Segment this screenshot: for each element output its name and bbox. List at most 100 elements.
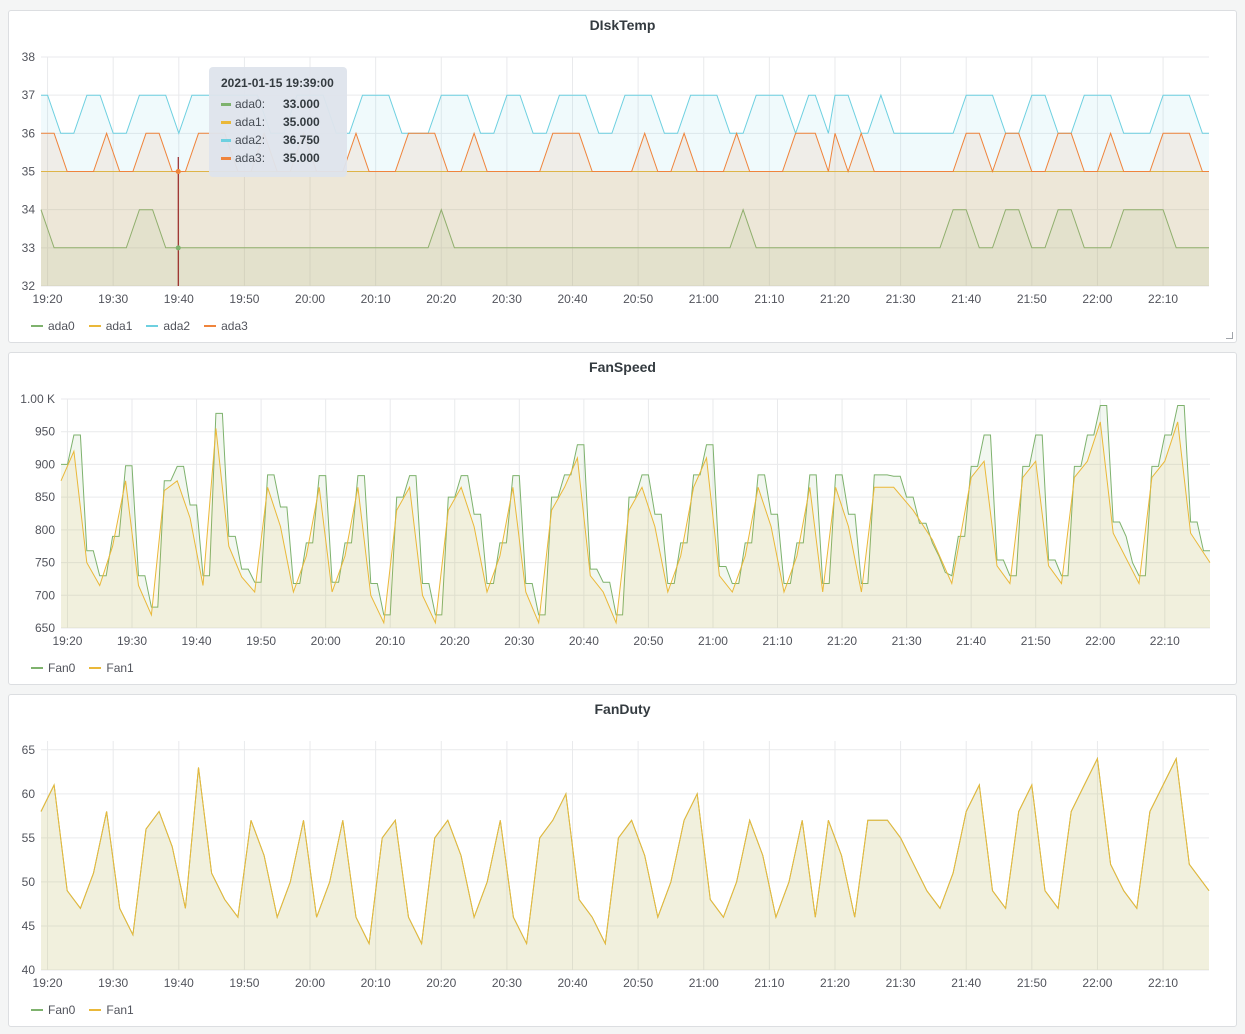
- hover-point: [175, 169, 181, 174]
- x-tick-label: 21:10: [754, 976, 784, 990]
- fanduty-chart[interactable]: 40 45 50 55 60 65 19:20 19:30 19:40 19:50 20:00 20:…: [9, 695, 1236, 1026]
- x-tick-label: 19:30: [98, 292, 128, 306]
- legend-item-ada2[interactable]: ada2: [146, 319, 190, 333]
- y-tick-label: 650: [35, 621, 55, 635]
- legend-swatch: [204, 325, 217, 327]
- x-tick-label: 21:40: [951, 292, 981, 306]
- x-tick-label: 20:00: [295, 292, 325, 306]
- x-tick-label: 22:10: [1148, 292, 1178, 306]
- x-tick-label: 21:20: [820, 292, 850, 306]
- x-tick-label: 19:50: [246, 634, 276, 648]
- x-tick-label: 20:10: [361, 292, 391, 306]
- tooltip-series-value: 35.000: [283, 151, 320, 165]
- y-tick-label: 55: [22, 831, 36, 845]
- legend-item-fan1[interactable]: Fan1: [89, 661, 134, 675]
- x-tick-label: 20:20: [426, 976, 456, 990]
- legend-item-fan0[interactable]: Fan0: [31, 1003, 75, 1017]
- x-tick-label: 20:40: [557, 292, 587, 306]
- y-tick-label: 33: [22, 241, 36, 255]
- x-tick-label: 21:30: [886, 292, 916, 306]
- x-tick-label: 19:30: [117, 634, 147, 648]
- fanspeed-panel: FanSpeed 650 700 750 800 850 900 950 1.00 K 19:2…: [8, 352, 1237, 685]
- x-tick-label: 20:40: [569, 634, 599, 648]
- tooltip-swatch: [221, 138, 231, 142]
- y-tick-label: 65: [22, 743, 36, 757]
- x-tick-label: 21:40: [956, 634, 986, 648]
- x-tick-label: 19:20: [33, 976, 63, 990]
- y-tick-label: 700: [35, 588, 55, 602]
- x-tick-label: 21:20: [827, 634, 857, 648]
- x-tick-label: 22:00: [1085, 634, 1115, 648]
- x-tick-label: 20:30: [492, 976, 522, 990]
- tooltip-series-value: 33.000: [283, 97, 320, 111]
- x-tick-label: 21:50: [1021, 634, 1051, 648]
- x-tick-label: 21:30: [892, 634, 922, 648]
- legend-swatch: [31, 1009, 43, 1011]
- disktemp-chart[interactable]: 32 33 34 35 36 37 38 19:20 19:30 19:40 19:50 20:00 2…: [9, 11, 1236, 342]
- legend-item-ada1[interactable]: ada1: [88, 319, 133, 333]
- y-tick-label: 60: [22, 787, 36, 801]
- y-tick-label: 900: [35, 457, 55, 471]
- legend-item-fan1[interactable]: Fan1: [89, 1003, 134, 1017]
- legend-label: Fan0: [48, 661, 76, 675]
- x-tick-label: 21:00: [698, 634, 728, 648]
- legend-swatch: [89, 667, 102, 669]
- tooltip-row: ada0: 33.000: [221, 95, 335, 113]
- y-tick-label: 34: [22, 203, 36, 217]
- tooltip-row: ada1: 35.000: [221, 113, 335, 131]
- y-tick-label: 40: [22, 963, 36, 977]
- x-tick-label: 20:20: [440, 634, 470, 648]
- x-tick-label: 21:00: [689, 976, 719, 990]
- y-tick-label: 850: [35, 490, 55, 504]
- y-tick-label: 32: [22, 279, 36, 293]
- resize-handle[interactable]: [1226, 332, 1233, 339]
- tooltip-swatch: [221, 120, 231, 124]
- tooltip-series-name: ada2:: [235, 133, 266, 147]
- tooltip-series-name: ada3:: [235, 151, 266, 165]
- x-tick-label: 19:20: [33, 292, 63, 306]
- disktemp-panel: DIskTemp 32 33 34 35 36 37 38 19:20 19:30 19:40 19…: [8, 10, 1237, 343]
- y-tick-label: 37: [22, 88, 36, 102]
- y-tick-label: 800: [35, 523, 55, 537]
- y-tick-label: 36: [22, 126, 36, 140]
- hover-point: [175, 245, 181, 251]
- legend-label: ada0: [48, 319, 75, 333]
- x-tick-label: 20:00: [311, 634, 341, 648]
- legend: Fan0 Fan1: [31, 1003, 134, 1017]
- y-tick-label: 45: [22, 919, 36, 933]
- y-tick-label: 35: [22, 165, 36, 179]
- legend-swatch: [31, 325, 43, 327]
- x-tick-label: 20:00: [295, 976, 325, 990]
- legend-label: Fan1: [106, 1003, 134, 1017]
- x-tick-label: 20:20: [426, 292, 456, 306]
- legend-label: ada1: [105, 319, 133, 333]
- legend-swatch: [89, 1009, 102, 1011]
- x-tick-label: 21:10: [754, 292, 784, 306]
- tooltip-swatch: [221, 156, 231, 160]
- x-tick-label: 20:30: [492, 292, 522, 306]
- fanduty-panel: FanDuty 40 45 50 55 60 65 19:20 19:30 19:40 19:50…: [8, 694, 1237, 1027]
- x-tick-label: 19:50: [229, 976, 259, 990]
- series-area-fan1: [41, 758, 1209, 970]
- x-tick-label: 20:10: [375, 634, 405, 648]
- legend-item-fan0[interactable]: Fan0: [31, 661, 75, 675]
- legend-label: ada3: [221, 319, 248, 333]
- y-tick-label: 1.00 K: [20, 392, 55, 406]
- x-tick-label: 19:40: [164, 976, 194, 990]
- x-tick-label: 19:50: [229, 292, 259, 306]
- legend-label: Fan0: [48, 1003, 76, 1017]
- tooltip-row: ada3: 35.000: [221, 149, 335, 167]
- x-tick-label: 21:30: [886, 976, 916, 990]
- x-tick-label: 20:30: [504, 634, 534, 648]
- legend-swatch: [88, 325, 101, 327]
- legend-item-ada0[interactable]: ada0: [31, 319, 75, 333]
- x-tick-label: 19:40: [182, 634, 212, 648]
- fanspeed-chart[interactable]: 650 700 750 800 850 900 950 1.00 K 19:20 19:30 19:…: [9, 353, 1236, 684]
- x-tick-label: 21:50: [1017, 292, 1047, 306]
- x-tick-label: 19:40: [164, 292, 194, 306]
- legend-swatch: [31, 667, 43, 669]
- tooltip-series-name: ada0:: [235, 97, 266, 111]
- legend-item-ada3[interactable]: ada3: [204, 319, 248, 333]
- tooltip-series-value: 35.000: [283, 115, 320, 129]
- tooltip-series-name: ada1:: [235, 115, 266, 129]
